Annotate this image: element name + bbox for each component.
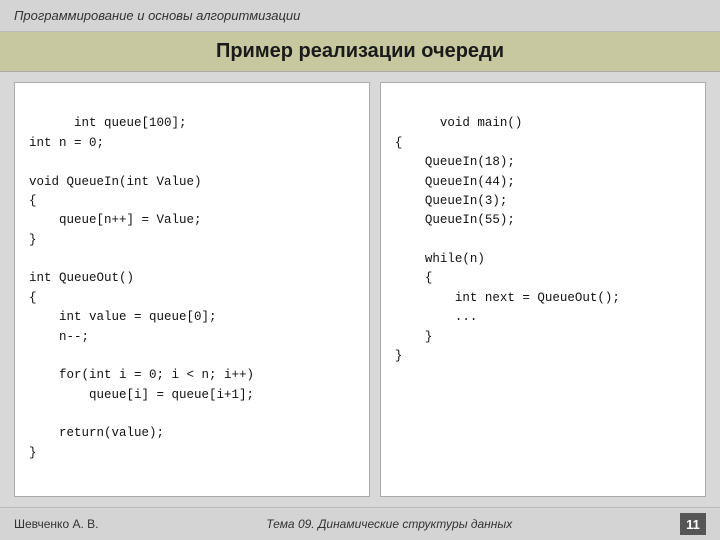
- header-bar: Программирование и основы алгоритмизации: [0, 0, 720, 32]
- footer-bar: Шевченко А. В. Тема 09. Динамические стр…: [0, 507, 720, 540]
- code-block-right: void main() { QueueIn(18); QueueIn(44); …: [380, 82, 706, 497]
- page: Программирование и основы алгоритмизации…: [0, 0, 720, 540]
- footer-author: Шевченко А. В.: [14, 517, 98, 531]
- content-area: int queue[100]; int n = 0; void QueueIn(…: [0, 72, 720, 507]
- footer-topic: Тема 09. Динамические структуры данных: [266, 517, 512, 531]
- code-text-left: int queue[100]; int n = 0; void QueueIn(…: [29, 116, 254, 459]
- code-block-left: int queue[100]; int n = 0; void QueueIn(…: [14, 82, 370, 497]
- code-text-right: void main() { QueueIn(18); QueueIn(44); …: [395, 116, 620, 363]
- slide-title-bar: Пример реализации очереди: [0, 32, 720, 72]
- footer-page-number: 11: [680, 513, 706, 535]
- header-title: Программирование и основы алгоритмизации: [14, 8, 300, 23]
- slide-title: Пример реализации очереди: [216, 40, 504, 62]
